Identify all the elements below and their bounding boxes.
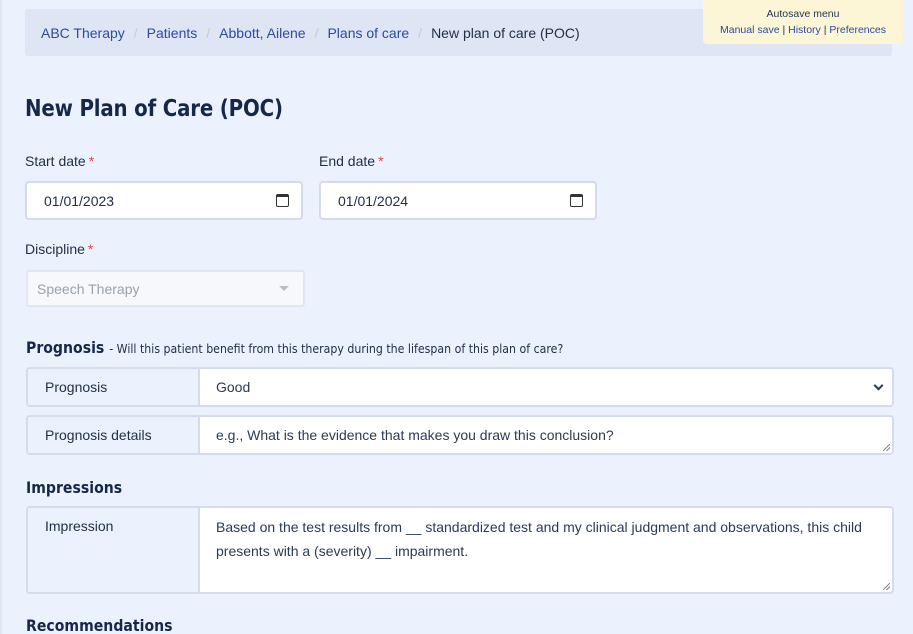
impression-textarea[interactable]: Based on the test results from __ standa… — [200, 508, 892, 592]
breadcrumb-separator: / — [133, 24, 138, 41]
resize-handle-icon[interactable] — [883, 444, 890, 451]
breadcrumb-plans-of-care[interactable]: Plans of care — [327, 25, 409, 41]
start-date-value: 01/01/2023 — [44, 192, 115, 209]
required-marker: * — [88, 153, 95, 169]
prognosis-select[interactable]: Good — [200, 369, 892, 405]
end-date-value: 01/01/2024 — [338, 192, 409, 209]
breadcrumb-abc-therapy[interactable]: ABC Therapy — [41, 25, 125, 41]
autosave-separator: | — [782, 24, 786, 36]
autosave-links: Manual save | History | Preferences — [703, 24, 903, 36]
recommendations-heading: Recommendations — [26, 616, 173, 634]
prognosis-details-label: Prognosis details — [28, 417, 200, 453]
prognosis-details-placeholder: e.g., What is the evidence that makes yo… — [216, 427, 614, 443]
manual-save-link[interactable]: Manual save — [720, 24, 780, 36]
breadcrumb-current: New plan of care (POC) — [431, 24, 580, 41]
prognosis-value: Good — [216, 379, 251, 395]
start-date-label: Start date * — [25, 153, 94, 169]
impression-value: Based on the test results from __ standa… — [216, 519, 862, 559]
prognosis-heading: Prognosis - Will this patient benefit fr… — [26, 338, 563, 357]
breadcrumb-patient-name[interactable]: Abbott, Ailene — [219, 25, 305, 41]
prognosis-subheading: - Will this patient benefit from this th… — [109, 341, 564, 356]
discipline-label: Discipline * — [25, 241, 93, 257]
breadcrumb-separator: / — [418, 24, 423, 41]
impression-row: Impression Based on the test results fro… — [26, 506, 894, 594]
autosave-title: Autosave menu — [766, 8, 840, 20]
required-marker: * — [378, 153, 384, 169]
start-date-label-text: Start date — [25, 153, 86, 169]
preferences-link[interactable]: Preferences — [829, 24, 886, 36]
breadcrumb-separator: / — [314, 24, 319, 41]
calendar-icon[interactable] — [276, 194, 289, 207]
discipline-select: Speech Therapy — [26, 270, 305, 307]
breadcrumb-separator: / — [206, 24, 211, 41]
breadcrumb-patients[interactable]: Patients — [147, 25, 198, 41]
prognosis-details-row: Prognosis details e.g., What is the evid… — [26, 415, 894, 455]
discipline-value: Speech Therapy — [37, 280, 140, 297]
impressions-heading: Impressions — [26, 478, 123, 497]
caret-down-icon — [279, 286, 289, 291]
autosave-menu: Autosave menu Manual save | History | Pr… — [703, 0, 903, 44]
end-date-label: End date * — [319, 153, 384, 169]
prognosis-details-textarea[interactable]: e.g., What is the evidence that makes yo… — [200, 417, 892, 453]
end-date-label-text: End date — [319, 153, 376, 169]
prognosis-label: Prognosis — [28, 369, 200, 405]
required-marker: * — [87, 241, 94, 257]
page-title: New Plan of Care (POC) — [25, 96, 283, 122]
history-link[interactable]: History — [788, 24, 821, 36]
resize-handle-icon[interactable] — [883, 583, 890, 590]
autosave-separator: | — [823, 24, 827, 36]
prognosis-heading-text: Prognosis — [26, 338, 105, 357]
impression-label: Impression — [28, 508, 200, 592]
prognosis-row: Prognosis Good — [26, 367, 894, 407]
page: ABC Therapy / Patients / Abbott, Ailene … — [0, 0, 913, 634]
calendar-icon[interactable] — [570, 194, 583, 207]
start-date-input[interactable]: 01/01/2023 — [25, 181, 303, 220]
discipline-label-text: Discipline — [25, 241, 85, 257]
chevron-down-icon — [873, 380, 884, 391]
end-date-input[interactable]: 01/01/2024 — [319, 181, 597, 220]
